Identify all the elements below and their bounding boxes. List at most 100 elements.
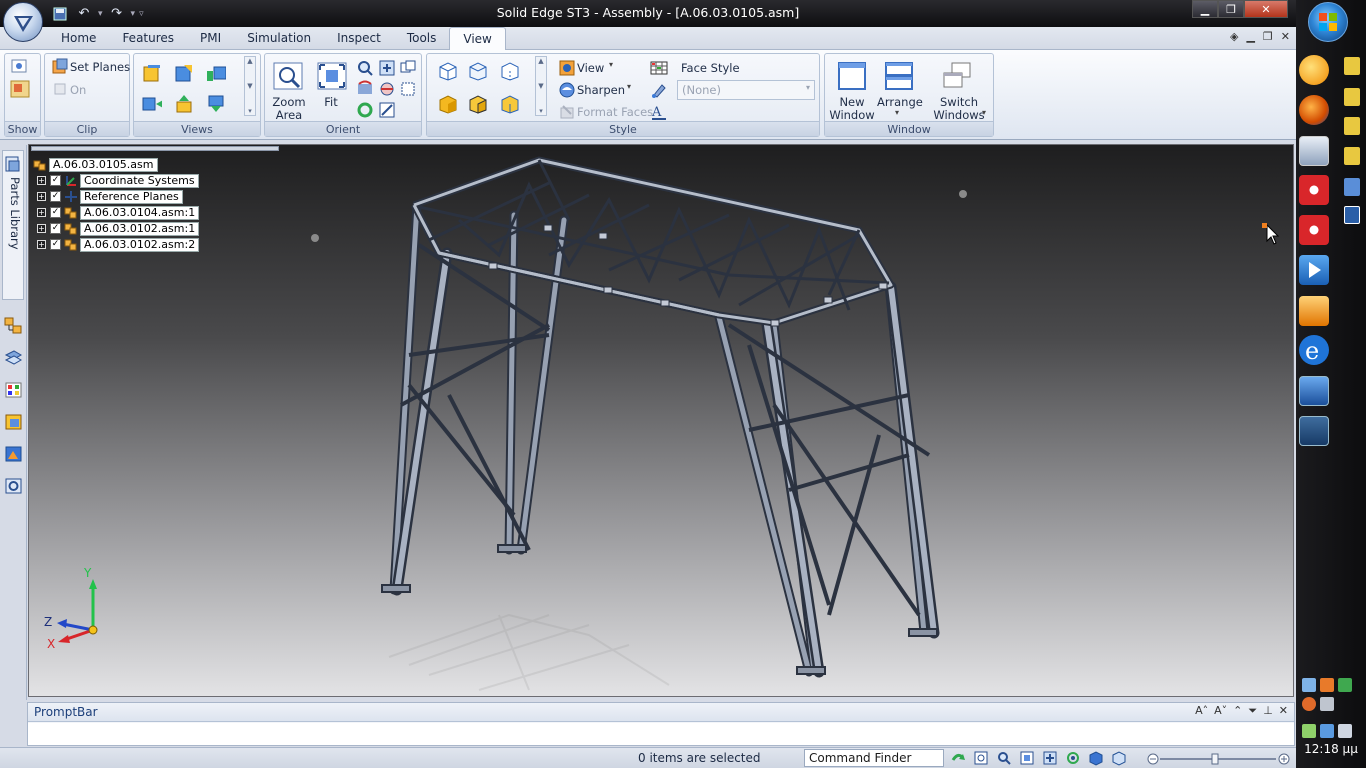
select-tools-icon[interactable] (4, 381, 23, 399)
expand-icon[interactable]: + (37, 240, 46, 249)
text-style-icon[interactable]: A (649, 102, 669, 122)
doc-restore-button[interactable]: ❐ (1263, 30, 1273, 43)
doc-close-button[interactable]: ✕ (1281, 30, 1290, 43)
pin-icon[interactable]: ⊥ (1263, 704, 1273, 718)
tab-view[interactable]: View (449, 27, 506, 51)
folder-icon[interactable] (1344, 88, 1360, 106)
zoom-area-icon[interactable] (973, 750, 989, 766)
arrange-dropdown-icon[interactable]: ▾ (895, 108, 899, 117)
visible-edges-icon[interactable] (467, 61, 487, 81)
start-button[interactable] (1308, 2, 1348, 42)
view-right-icon[interactable] (206, 63, 226, 83)
show-options-icon[interactable] (10, 57, 30, 77)
fit-icon[interactable] (316, 61, 348, 93)
messenger-icon[interactable] (1299, 55, 1329, 85)
zoom-area-button[interactable]: Zoom Area (269, 96, 309, 122)
view-style-dropdown-icon[interactable]: ▾ (609, 60, 613, 69)
sharpen-dropdown-icon[interactable]: ▾ (627, 82, 631, 91)
format-faces-button[interactable]: Format Faces (577, 105, 653, 119)
minimize-button[interactable]: ▁ (1192, 0, 1218, 18)
look-at-face-icon[interactable] (398, 79, 418, 99)
clip-on-button[interactable]: On (70, 83, 86, 97)
switch-windows-dropdown-icon[interactable]: ▾ (982, 108, 986, 117)
go-icon[interactable] (950, 750, 966, 766)
sketch-view-icon[interactable] (377, 100, 397, 120)
view-top-icon[interactable] (142, 63, 162, 83)
tray-icon[interactable] (1302, 678, 1316, 692)
fit-button[interactable]: Fit (315, 96, 347, 109)
tray-icon[interactable] (1302, 724, 1316, 738)
rotate-icon[interactable] (1065, 750, 1081, 766)
face-style-dropdown-icon[interactable]: ▾ (806, 83, 810, 92)
tray-icon[interactable] (1302, 697, 1316, 711)
visibility-checkbox[interactable]: ✓ (50, 191, 61, 202)
visibility-checkbox[interactable]: ✓ (50, 223, 61, 234)
command-finder-input[interactable]: Command Finder (804, 749, 944, 767)
spin-about-icon[interactable] (377, 79, 397, 99)
pan-icon[interactable] (1042, 750, 1058, 766)
view-left-icon[interactable] (142, 94, 162, 114)
named-views-icon[interactable] (1111, 750, 1127, 766)
tab-inspect[interactable]: Inspect (324, 27, 394, 50)
restore-button[interactable]: ❐ (1218, 0, 1244, 18)
scroll-up-icon[interactable]: ▲ (247, 57, 252, 65)
view-orientation-icon[interactable] (1088, 750, 1104, 766)
visibility-checkbox[interactable]: ✓ (50, 239, 61, 250)
graphics-window[interactable]: Y Z X A.06.03.0105.asm + ✓ Coordinate Sy… (28, 144, 1294, 697)
visibility-checkbox[interactable]: ✓ (50, 175, 61, 186)
poker-icon[interactable] (1299, 215, 1329, 245)
pathfinder-icon[interactable] (4, 317, 23, 335)
new-window-button[interactable]: New Window (827, 96, 877, 122)
collapse-icon[interactable]: ⌃ (1233, 704, 1242, 718)
paint-icon[interactable] (649, 80, 669, 100)
shaded-visible-edges-icon[interactable] (467, 94, 487, 114)
word-icon[interactable] (1344, 206, 1360, 224)
family-of-parts-icon[interactable] (4, 445, 23, 463)
view-front-icon[interactable] (174, 63, 194, 83)
tray-icon[interactable] (1338, 678, 1352, 692)
new-window-icon[interactable] (836, 60, 868, 92)
tree-root[interactable]: A.06.03.0105.asm (33, 157, 158, 172)
views-gallery-scroller[interactable]: ▲ ▼ ▾ (244, 56, 256, 116)
pan-icon[interactable] (377, 58, 397, 78)
gallery-expand-icon[interactable]: ▾ (539, 107, 543, 115)
style-gallery-scroller[interactable]: ▲ ▼ ▾ (535, 56, 547, 116)
window-zoom-icon[interactable] (398, 58, 418, 78)
folder-icon[interactable] (1344, 147, 1360, 165)
network-tray-icon[interactable] (1320, 724, 1334, 738)
tree-item-reference-planes[interactable]: + ✓ Reference Planes (37, 189, 183, 204)
tree-item-subassembly[interactable]: + ✓ A.06.03.0102.asm:1 (37, 221, 200, 236)
show-all-icon[interactable] (10, 79, 30, 99)
visibility-checkbox[interactable]: ✓ (50, 207, 61, 218)
view-back-icon[interactable] (206, 94, 226, 114)
sensors-icon[interactable] (4, 477, 23, 495)
tab-features[interactable]: Features (109, 27, 187, 50)
gallery-expand-icon[interactable]: ▾ (248, 107, 252, 115)
view-bottom-icon[interactable] (174, 94, 194, 114)
switch-windows-icon[interactable] (1299, 416, 1329, 446)
internet-explorer-icon[interactable]: e (1299, 335, 1329, 365)
tree-item-subassembly[interactable]: + ✓ A.06.03.0102.asm:2 (37, 237, 200, 252)
expand-icon[interactable]: + (37, 208, 46, 217)
zoom-icon[interactable] (996, 750, 1012, 766)
folder-icon[interactable] (1344, 57, 1360, 75)
tree-item-coordinate-systems[interactable]: + ✓ Coordinate Systems (37, 173, 199, 188)
font-decrease-icon[interactable]: A˅ (1214, 704, 1227, 718)
fit-icon[interactable] (1019, 750, 1035, 766)
doc-minimize-button[interactable]: ▁ (1246, 30, 1254, 43)
wireframe-icon[interactable] (437, 61, 457, 81)
grid-icon[interactable] (649, 58, 669, 78)
expand-icon[interactable]: + (37, 192, 46, 201)
media-player-icon[interactable] (1299, 255, 1329, 285)
sharpen-button[interactable]: Sharpen (577, 83, 625, 97)
hidden-edges-icon[interactable] (499, 61, 519, 81)
zoom-area-icon[interactable] (273, 61, 305, 93)
zoom-icon[interactable] (355, 58, 375, 78)
shaded-icon[interactable] (437, 94, 457, 114)
switch-windows-icon[interactable] (942, 60, 974, 92)
expand-icon[interactable]: + (37, 176, 46, 185)
font-increase-icon[interactable]: A˄ (1195, 704, 1208, 718)
shaded-hidden-edges-icon[interactable] (499, 94, 519, 114)
pin-options-icon[interactable]: ⏷ (1248, 704, 1257, 718)
close-button[interactable]: ✕ (1244, 0, 1288, 18)
